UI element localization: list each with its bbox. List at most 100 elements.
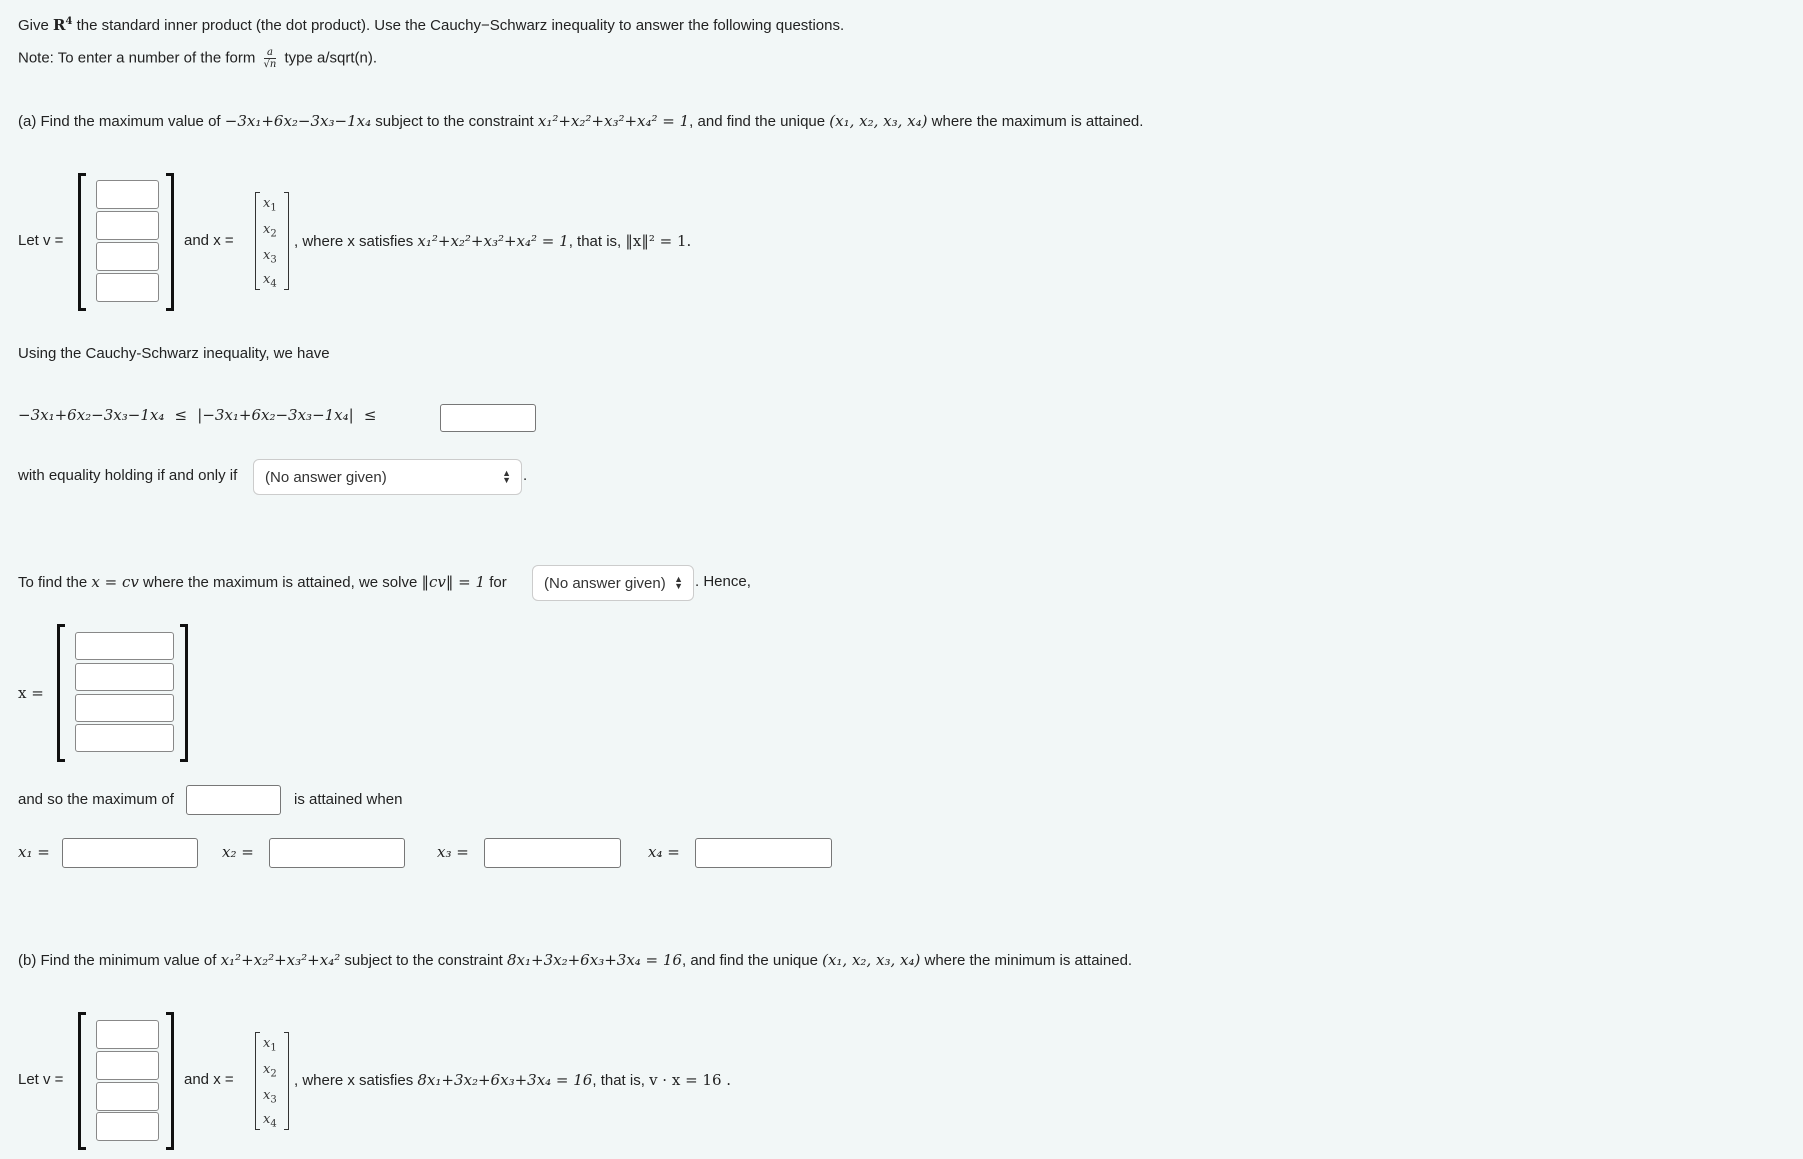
inequality-abs: |−3x₁+6x₂−3x₃−1x₄| bbox=[197, 406, 354, 424]
b-v-entry-3-input[interactable] bbox=[96, 1082, 159, 1111]
where-equation: 8x₁+3x₂+6x₃+3x₄ = 16 bbox=[417, 1071, 593, 1089]
attained-when-label: is attained when bbox=[294, 791, 403, 808]
x-right-bracket bbox=[284, 192, 289, 290]
cauchy-schwarz-statement: Using the Cauchy-Schwarz inequality, we … bbox=[18, 345, 330, 362]
for-label: for bbox=[489, 574, 507, 591]
x3-label: x₃ = bbox=[437, 843, 469, 861]
x2-input[interactable] bbox=[269, 838, 405, 868]
x-result-1-input[interactable] bbox=[75, 632, 174, 660]
left-bracket bbox=[78, 173, 86, 311]
part-b-prompt: (b) Find the minimum value of x₁²+x₂²+x₃… bbox=[18, 951, 1132, 969]
x-right-bracket bbox=[284, 1032, 289, 1130]
max-label: and so the maximum of bbox=[18, 791, 174, 808]
left-bracket bbox=[78, 1012, 86, 1150]
let-v-label: Let v = bbox=[18, 1071, 64, 1088]
inequality-lhs: −3x₁+6x₂−3x₃−1x₄ bbox=[18, 406, 165, 424]
x-result-4-input[interactable] bbox=[75, 724, 174, 752]
x-entry-1: x1 bbox=[263, 1036, 277, 1054]
x-entry-3: x3 bbox=[263, 1088, 277, 1106]
tuple-expression: (x₁, x₂, x₃, x₄) bbox=[829, 112, 928, 130]
max-value-input[interactable] bbox=[186, 785, 281, 815]
v-entry-4-input[interactable] bbox=[96, 273, 159, 302]
note-rest: type a/sqrt(n). bbox=[284, 49, 378, 67]
select-arrows-icon: ▲ ▼ bbox=[674, 574, 683, 591]
x-left-bracket bbox=[255, 1032, 260, 1130]
b-v-entry-4-input[interactable] bbox=[96, 1112, 159, 1141]
v-entry-1-input[interactable] bbox=[96, 180, 159, 209]
inequality-line: −3x₁+6x₂−3x₃−1x₄ ≤ |−3x₁+6x₂−3x₃−1x₄| ≤ bbox=[18, 406, 376, 424]
x-entry-1: x1 bbox=[263, 196, 277, 214]
tuple-expression: (x₁, x₂, x₃, x₄) bbox=[822, 951, 921, 969]
x1-input[interactable] bbox=[62, 838, 198, 868]
x2-label: x₂ = bbox=[222, 843, 254, 861]
b-v-entry-1-input[interactable] bbox=[96, 1020, 159, 1049]
note-label: Note: To enter a number of the form bbox=[18, 49, 256, 67]
x-entry-3: x3 bbox=[263, 248, 277, 266]
period: . bbox=[523, 467, 528, 484]
intro-line: Give R4 the standard inner product (the … bbox=[18, 16, 844, 34]
x4-input[interactable] bbox=[695, 838, 832, 868]
let-v-label: Let v = bbox=[18, 232, 64, 249]
and-x-label: and x = bbox=[184, 232, 234, 249]
x1-label: x₁ = bbox=[18, 843, 50, 861]
x-entry-4: x4 bbox=[263, 272, 277, 290]
where-text: , where x satisfies bbox=[294, 233, 414, 250]
where-line: , where x satisfies x₁²+x₂²+x₃²+x₄² = 1,… bbox=[294, 232, 691, 250]
prompt-text: subject to the constraint bbox=[375, 113, 534, 130]
v-entry-2-input[interactable] bbox=[96, 211, 159, 240]
x4-label: x₄ = bbox=[648, 843, 680, 861]
intro-text: the standard inner product (the dot prod… bbox=[76, 17, 845, 34]
x-entry-2: x2 bbox=[263, 1062, 277, 1080]
x-left-bracket bbox=[255, 192, 260, 290]
dot-equation: v · x = 16 . bbox=[649, 1071, 732, 1089]
select-value: (No answer given) bbox=[265, 468, 387, 486]
b-v-entry-2-input[interactable] bbox=[96, 1051, 159, 1080]
right-bracket bbox=[180, 624, 188, 762]
x-entry-4: x4 bbox=[263, 1112, 277, 1130]
note-line: Note: To enter a number of the form a √n… bbox=[18, 47, 377, 70]
prompt-text: subject to the constraint bbox=[344, 952, 503, 969]
equality-label: with equality holding if and only if bbox=[18, 467, 238, 484]
right-bracket bbox=[166, 1012, 174, 1150]
norm-equation: ‖x‖² = 1. bbox=[625, 232, 692, 250]
prompt-text: , and find the unique bbox=[681, 952, 818, 969]
norm-cv-equation: ‖cv‖ = 1 bbox=[421, 573, 486, 591]
prompt-text: where the minimum is attained. bbox=[924, 952, 1133, 969]
bound-input[interactable] bbox=[440, 404, 536, 432]
part-a-prompt: (a) Find the maximum value of −3x₁+6x₂−3… bbox=[18, 112, 1143, 130]
to-find-text: To find the bbox=[18, 574, 88, 591]
that-is-text: , that is, bbox=[568, 233, 622, 250]
x-result-3-input[interactable] bbox=[75, 694, 174, 722]
constraint-expression: 8x₁+3x₂+6x₃+3x₄ = 16 bbox=[507, 951, 682, 969]
note-fraction: a √n bbox=[263, 47, 277, 70]
objective-expression: −3x₁+6x₂−3x₃−1x₄ bbox=[224, 112, 372, 130]
le-symbol: ≤ bbox=[363, 406, 377, 424]
select-arrows-icon: ▲ ▼ bbox=[502, 468, 511, 485]
prompt-text: where the maximum is attained. bbox=[931, 113, 1144, 130]
hence-text: . Hence, bbox=[695, 573, 751, 590]
to-find-line: To find the x = cv where the maximum is … bbox=[18, 573, 507, 591]
x-result-2-input[interactable] bbox=[75, 663, 174, 691]
and-x-label: and x = bbox=[184, 1071, 234, 1088]
select-value: (No answer given) bbox=[544, 574, 666, 592]
space-symbol: R4 bbox=[53, 16, 73, 34]
objective-expression: x₁²+x₂²+x₃²+x₄² bbox=[220, 951, 341, 969]
v-entry-3-input[interactable] bbox=[96, 242, 159, 271]
equality-condition-select[interactable]: (No answer given) ▲ ▼ bbox=[253, 459, 522, 495]
x3-input[interactable] bbox=[484, 838, 621, 868]
prompt-text: (b) Find the minimum value of bbox=[18, 952, 217, 969]
intro-give: Give bbox=[18, 17, 49, 34]
left-bracket bbox=[57, 624, 65, 762]
solve-for-select[interactable]: (No answer given) ▲ ▼ bbox=[532, 565, 694, 601]
where-text: , where x satisfies bbox=[294, 1072, 414, 1089]
x-entry-2: x2 bbox=[263, 222, 277, 240]
prompt-text: , and find the unique bbox=[689, 113, 826, 130]
constraint-expression: x₁²+x₂²+x₃²+x₄² = 1 bbox=[537, 112, 690, 130]
le-symbol: ≤ bbox=[174, 406, 188, 424]
prompt-text: (a) Find the maximum value of bbox=[18, 113, 221, 130]
x-equals-label: x = bbox=[18, 684, 44, 702]
that-is-text: , that is, bbox=[592, 1072, 645, 1089]
right-bracket bbox=[166, 173, 174, 311]
to-find-text: where the maximum is attained, we solve bbox=[143, 574, 418, 591]
where-line: , where x satisfies 8x₁+3x₂+6x₃+3x₄ = 16… bbox=[294, 1071, 731, 1089]
